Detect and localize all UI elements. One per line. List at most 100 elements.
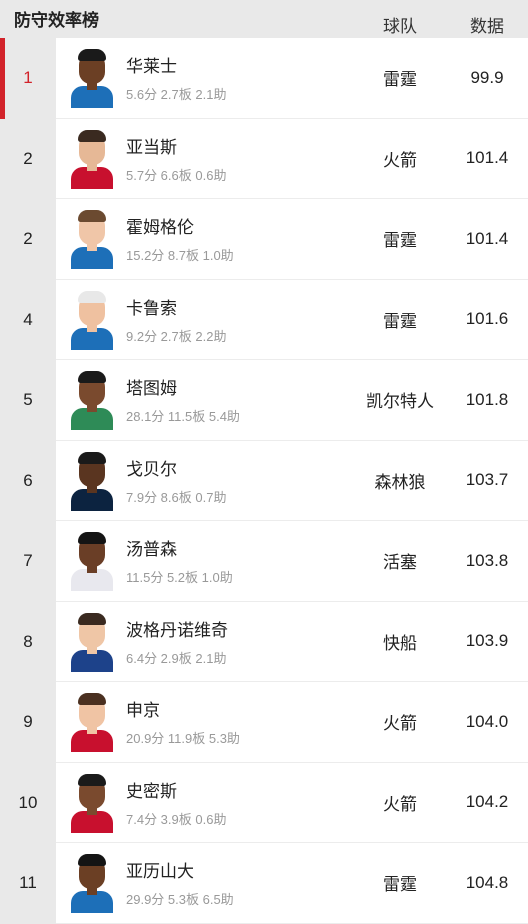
player-name[interactable]: 塔图姆	[126, 374, 177, 399]
player-stats: 6.4分 2.9板 2.1助	[126, 650, 227, 666]
table-row[interactable]: 2 霍姆格伦 15.2分 8.7板 1.0助 雷霆 101.4	[0, 199, 528, 280]
player-name[interactable]: 史密斯	[126, 777, 177, 802]
avatar-hair	[78, 532, 106, 544]
player-team[interactable]: 火箭	[354, 682, 446, 762]
table-row[interactable]: 5 塔图姆 28.1分 11.5板 5.4助 凯尔特人 101.8	[0, 360, 528, 441]
value-column-header[interactable]: 数据	[446, 12, 528, 37]
defensive-rating-value: 101.4	[465, 148, 509, 168]
avatar-hair	[78, 129, 106, 142]
rank-number: 2	[23, 229, 33, 249]
player-team[interactable]: 火箭	[354, 119, 446, 199]
player-avatar[interactable]	[69, 129, 115, 189]
row-content: 塔图姆 28.1分 11.5板 5.4助 凯尔特人 101.8	[56, 360, 528, 441]
player-avatar[interactable]	[69, 773, 115, 833]
player-team[interactable]: 森林狼	[354, 441, 446, 521]
player-name[interactable]: 戈贝尔	[126, 455, 177, 480]
rank-number: 6	[23, 470, 33, 490]
table-row[interactable]: 11 亚历山大 29.9分 5.3板 6.5助 雷霆 104.8	[0, 843, 528, 924]
player-stats: 28.1分 11.5板 5.4助	[126, 409, 240, 424]
player-avatar[interactable]	[69, 451, 115, 511]
player-team[interactable]: 活塞	[354, 521, 446, 601]
player-name[interactable]: 华莱士	[126, 52, 177, 77]
avatar-hair	[78, 693, 106, 705]
player-avatar[interactable]	[69, 612, 115, 672]
player-stats: 5.7分 6.6板 0.6助	[126, 167, 227, 183]
player-stats: 11.5分 5.2板 1.0助	[126, 570, 233, 585]
row-content: 亚历山大 29.9分 5.3板 6.5助 雷霆 104.8	[56, 843, 528, 924]
rank-cell: 7	[0, 521, 56, 602]
player-team[interactable]: 火箭	[354, 763, 446, 843]
row-content: 波格丹诺维奇 6.4分 2.9板 2.1助 快船 103.9	[56, 601, 528, 682]
player-stats: 7.9分 8.6板 0.7助	[126, 489, 227, 505]
rank-cell: 4	[0, 279, 56, 360]
player-team[interactable]: 凯尔特人	[354, 360, 446, 440]
table-row[interactable]: 6 戈贝尔 7.9分 8.6板 0.7助 森林狼 103.7	[0, 440, 528, 521]
player-avatar[interactable]	[69, 209, 115, 269]
avatar-hair	[78, 773, 106, 786]
player-avatar[interactable]	[69, 853, 115, 913]
player-avatar[interactable]	[69, 531, 115, 591]
table-row[interactable]: 10 史密斯 7.4分 3.9板 0.6助 火箭 104.2	[0, 762, 528, 843]
table-row[interactable]: 4 卡鲁索 9.2分 2.7板 2.2助 雷霆 101.6	[0, 279, 528, 360]
rank-number: 9	[23, 712, 33, 732]
player-stats: 15.2分 8.7板 1.0助	[126, 248, 234, 263]
player-name[interactable]: 亚当斯	[126, 133, 177, 158]
player-name[interactable]: 汤普森	[126, 535, 177, 560]
avatar-hair	[78, 854, 106, 866]
row-content: 史密斯 7.4分 3.9板 0.6助 火箭 104.2	[56, 762, 528, 843]
rank-number: 2	[23, 148, 33, 168]
defensive-rating-value: 101.4	[465, 228, 509, 248]
avatar-hair	[78, 290, 106, 303]
player-avatar[interactable]	[69, 692, 115, 752]
player-name[interactable]: 波格丹诺维奇	[126, 616, 228, 641]
rank-number: 7	[23, 551, 33, 571]
player-name[interactable]: 霍姆格伦	[126, 213, 194, 238]
player-avatar[interactable]	[69, 370, 115, 430]
player-name[interactable]: 亚历山大	[126, 857, 194, 882]
rank-number: 5	[23, 390, 33, 410]
defensive-rating-value: 99.9	[470, 67, 504, 87]
table-row[interactable]: 9 申京 20.9分 11.9板 5.3助 火箭 104.0	[0, 682, 528, 763]
avatar-hair	[78, 612, 106, 625]
rank-number: 4	[23, 309, 33, 329]
rank-cell: 8	[0, 601, 56, 682]
player-name[interactable]: 卡鲁索	[126, 294, 177, 319]
rank-cell: 6	[0, 440, 56, 521]
rank-number: 8	[23, 631, 33, 651]
rank-number: 11	[19, 873, 37, 893]
rank-cell: 2	[0, 199, 56, 280]
player-team[interactable]: 快船	[354, 602, 446, 682]
player-avatar[interactable]	[69, 290, 115, 350]
defensive-rating-value: 101.6	[465, 309, 509, 329]
team-column-header[interactable]: 球队	[354, 12, 446, 37]
player-team[interactable]: 雷霆	[354, 280, 446, 360]
player-name[interactable]: 申京	[126, 696, 160, 721]
player-team[interactable]: 雷霆	[354, 199, 446, 279]
row-content: 戈贝尔 7.9分 8.6板 0.7助 森林狼 103.7	[56, 440, 528, 521]
rank-cell: 9	[0, 682, 56, 763]
rank-cell: 1	[0, 38, 56, 119]
highlight-bar	[0, 38, 5, 119]
table-row[interactable]: 2 亚当斯 5.7分 6.6板 0.6助 火箭 101.4	[0, 118, 528, 199]
player-stats: 5.6分 2.7板 2.1助	[126, 87, 227, 102]
leaderboard-title: 防守效率榜	[14, 11, 99, 30]
table-row[interactable]: 1 华莱士 5.6分 2.7板 2.1助 雷霆 99.9	[0, 38, 528, 119]
avatar-hair	[78, 451, 106, 464]
row-content: 申京 20.9分 11.9板 5.3助 火箭 104.0	[56, 682, 528, 763]
row-content: 华莱士 5.6分 2.7板 2.1助 雷霆 99.9	[56, 38, 528, 119]
player-avatar[interactable]	[69, 48, 115, 108]
row-content: 亚当斯 5.7分 6.6板 0.6助 火箭 101.4	[56, 118, 528, 199]
table-row[interactable]: 8 波格丹诺维奇 6.4分 2.9板 2.1助 快船 103.9	[0, 601, 528, 682]
leaderboard-header: 防守效率榜 球队 数据	[0, 0, 528, 38]
rank-cell: 11	[0, 843, 56, 924]
leaderboard-list: 1 华莱士 5.6分 2.7板 2.1助 雷霆 99.9 2 亚当斯 5.7分 …	[0, 38, 528, 924]
defensive-rating-value: 104.2	[465, 792, 509, 812]
avatar-hair	[78, 49, 106, 61]
avatar-hair	[78, 371, 106, 383]
defensive-rating-value: 104.0	[465, 711, 509, 731]
table-row[interactable]: 7 汤普森 11.5分 5.2板 1.0助 活塞 103.8	[0, 521, 528, 602]
player-team[interactable]: 雷霆	[354, 38, 446, 118]
player-stats: 29.9分 5.3板 6.5助	[126, 892, 234, 907]
player-stats: 7.4分 3.9板 0.6助	[126, 811, 227, 827]
avatar-hair	[78, 210, 106, 222]
